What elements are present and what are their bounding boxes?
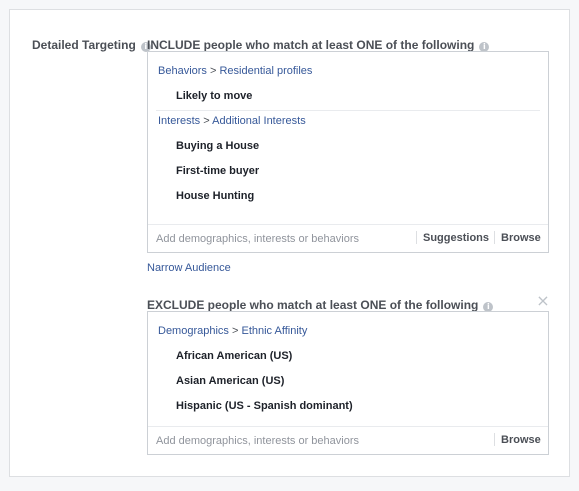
exclude-header: EXCLUDE people who match at least ONE of…: [147, 298, 494, 312]
targeting-item[interactable]: Buying a House: [176, 140, 259, 152]
exclude-input-footer: Browse: [148, 426, 548, 454]
breadcrumb-separator: >: [231, 325, 239, 337]
targeting-item[interactable]: Hispanic (US - Spanish dominant): [176, 400, 353, 412]
include-input-footer: Suggestions Browse: [148, 224, 548, 252]
narrow-audience-link[interactable]: Narrow Audience: [147, 262, 231, 274]
category-link-interests[interactable]: Interests: [158, 115, 200, 127]
include-header-text: INCLUDE people who match at least ONE of…: [147, 38, 475, 52]
close-icon[interactable]: ×: [536, 293, 550, 309]
category-link-demographics[interactable]: Demographics: [158, 325, 229, 337]
footer-separator: [416, 231, 417, 244]
exclude-search-input[interactable]: [156, 433, 406, 449]
footer-separator: [494, 433, 495, 446]
breadcrumb: Behaviors > Residential profiles: [158, 65, 312, 77]
exclude-targeting-box: Demographics > Ethnic Affinity African A…: [147, 311, 549, 455]
browse-button[interactable]: Browse: [501, 232, 541, 244]
targeting-item[interactable]: First-time buyer: [176, 165, 259, 177]
detailed-targeting-label: Detailed Targeting i: [32, 38, 151, 52]
browse-button[interactable]: Browse: [501, 434, 541, 446]
detailed-targeting-text: Detailed Targeting: [32, 38, 136, 52]
breadcrumb: Interests > Additional Interests: [158, 115, 306, 127]
include-header: INCLUDE people who match at least ONE of…: [147, 38, 490, 52]
targeting-item[interactable]: African American (US): [176, 350, 292, 362]
breadcrumb-separator: >: [209, 65, 217, 77]
subcategory-link-residential-profiles[interactable]: Residential profiles: [219, 65, 312, 77]
targeting-item[interactable]: Likely to move: [176, 90, 252, 102]
include-search-input[interactable]: [156, 231, 406, 247]
group-divider: [156, 110, 540, 111]
include-targeting-box: Behaviors > Residential profiles Likely …: [147, 51, 549, 253]
detailed-targeting-panel: Detailed Targeting i INCLUDE people who m…: [9, 9, 570, 477]
breadcrumb: Demographics > Ethnic Affinity: [158, 325, 307, 337]
targeting-item[interactable]: House Hunting: [176, 190, 254, 202]
targeting-item[interactable]: Asian American (US): [176, 375, 284, 387]
subcategory-link-additional-interests[interactable]: Additional Interests: [212, 115, 306, 127]
exclude-header-text: EXCLUDE people who match at least ONE of…: [147, 298, 479, 312]
breadcrumb-separator: >: [203, 115, 210, 127]
footer-separator: [494, 231, 495, 244]
suggestions-button[interactable]: Suggestions: [423, 232, 489, 244]
category-link-behaviors[interactable]: Behaviors: [158, 65, 207, 77]
subcategory-link-ethnic-affinity[interactable]: Ethnic Affinity: [241, 325, 307, 337]
